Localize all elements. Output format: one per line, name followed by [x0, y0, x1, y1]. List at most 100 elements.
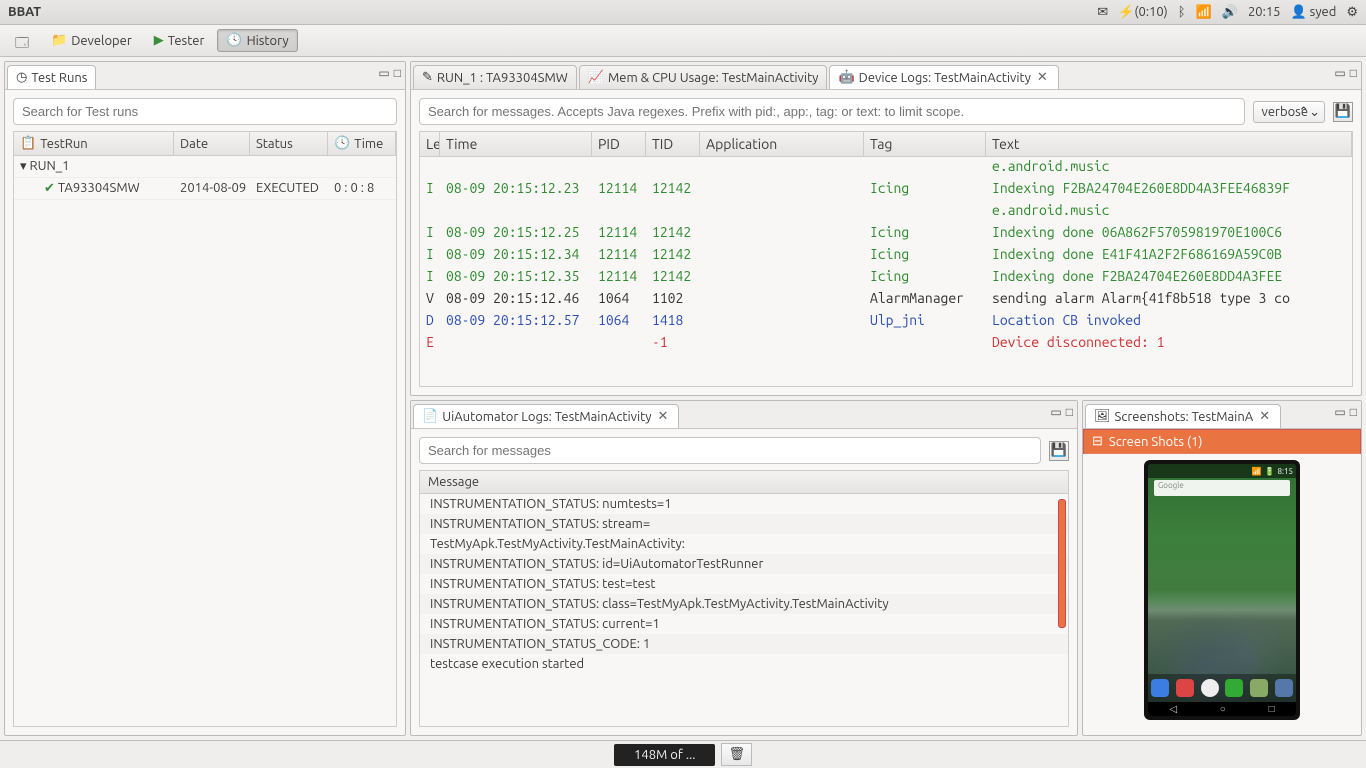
tab-label: Device Logs: TestMainActivity [859, 71, 1031, 85]
screenshots-group-header[interactable]: ⊟ Screen Shots (1) [1083, 429, 1361, 454]
tab-label: RUN_1 : TA93304SMW [437, 71, 568, 85]
col-app[interactable]: Application [700, 132, 864, 156]
test-runs-tab-label: Test Runs [31, 71, 87, 85]
table-row[interactable]: ▾ RUN_1 [14, 156, 396, 178]
minimize-icon[interactable]: ▭ [1050, 405, 1061, 419]
dock-icon [1176, 679, 1194, 697]
devicelogs-search-input[interactable] [419, 98, 1245, 125]
col-message[interactable]: Message [420, 471, 1068, 494]
battery-indicator[interactable]: ⚡(0:10) [1118, 5, 1168, 20]
tab-uiautomator[interactable]: 📄 UiAutomator Logs: TestMainActivity ✕ [413, 404, 679, 428]
col-tid[interactable]: TID [646, 132, 700, 156]
dev-icon: 📁 [51, 33, 67, 48]
editor-tab[interactable]: 📈Mem & CPU Usage: TestMainActivity [579, 65, 828, 89]
bluetooth-icon[interactable]: ᛒ [1178, 5, 1186, 19]
workspace: ◷ Test Runs ▭ □ 📋TestRun Date Status 🕓Ti… [0, 57, 1366, 740]
log-row[interactable]: D08-09 20:15:12.5710641418Ulp_jniLocatio… [420, 311, 1352, 333]
list-item[interactable]: INSTRUMENTATION_STATUS: class=TestMyApk.… [420, 594, 1068, 614]
gear-icon[interactable]: ⚙ [1346, 5, 1358, 20]
minimize-icon[interactable]: ▭ [1334, 66, 1345, 80]
log-row[interactable]: V08-09 20:15:12.4610641102AlarmManagerse… [420, 289, 1352, 311]
col-status[interactable]: Status [256, 137, 293, 151]
scrollbar[interactable] [1056, 499, 1066, 722]
col-pid[interactable]: PID [592, 132, 646, 156]
dock-icon [1250, 679, 1268, 697]
list-item[interactable]: INSTRUMENTATION_STATUS: stream= [420, 514, 1068, 534]
log-row[interactable]: I08-09 20:15:12.341211412142IcingIndexin… [420, 245, 1352, 267]
close-icon[interactable]: ✕ [1035, 70, 1050, 85]
log-row[interactable]: I08-09 20:15:12.231211412142IcingIndexin… [420, 179, 1352, 201]
tab-test-runs[interactable]: ◷ Test Runs [7, 65, 96, 89]
list-item[interactable]: INSTRUMENTATION_STATUS: id=UiAutomatorTe… [420, 554, 1068, 574]
col-date[interactable]: Date [180, 137, 208, 151]
testruns-table[interactable]: 📋TestRun Date Status 🕓Time ▾ RUN_1✔ TA93… [13, 131, 397, 727]
test-runs-panel: ◷ Test Runs ▭ □ 📋TestRun Date Status 🕓Ti… [4, 61, 406, 736]
user-menu[interactable]: 👤 syed [1291, 5, 1337, 20]
mail-icon[interactable]: ✉ [1097, 5, 1108, 20]
testruns-search-input[interactable] [13, 98, 397, 125]
phone-search-widget: Google [1154, 480, 1290, 496]
history-perspective-button[interactable]: 🕓History [217, 29, 297, 52]
log-row[interactable]: I08-09 20:15:12.351211412142IcingIndexin… [420, 267, 1352, 289]
uiautomator-search-input[interactable] [419, 437, 1041, 464]
history-icon: 🕓 [226, 33, 242, 48]
screenshots-group-label: Screen Shots (1) [1109, 435, 1203, 449]
dock-icon [1275, 679, 1293, 697]
minimize-icon[interactable]: ▭ [378, 66, 389, 80]
expand-icon[interactable]: ▾ [20, 159, 27, 173]
table-row[interactable]: ✔ TA93304SMW2014-08-09EXECUTED0 : 0 : 8 [14, 178, 396, 200]
col-testrun[interactable]: TestRun [40, 137, 87, 151]
uiautomator-message-list[interactable]: Message INSTRUMENTATION_STATUS: numtests… [419, 470, 1069, 727]
list-item[interactable]: INSTRUMENTATION_STATUS: test=test [420, 574, 1068, 594]
memory-indicator[interactable]: 148M of ... [614, 744, 715, 766]
maximize-icon[interactable]: □ [1350, 405, 1357, 419]
open-perspective-button[interactable]: 🗔 [6, 30, 38, 52]
screenshot-thumbnail[interactable]: 📶🔋8:15 Google ◁○□ [1144, 460, 1300, 720]
maximize-icon[interactable]: □ [1350, 66, 1357, 80]
editor-tab[interactable]: 🤖Device Logs: TestMainActivity✕ [829, 65, 1058, 89]
log-level-select[interactable]: verbose ⌃⌄ [1253, 101, 1325, 123]
clock[interactable]: 20:15 [1248, 5, 1281, 19]
maximize-icon[interactable]: □ [394, 66, 401, 80]
log-row[interactable]: E-1Device disconnected: 1 [420, 333, 1352, 355]
log-row[interactable]: e.android.music [420, 157, 1352, 179]
log-row[interactable]: e.android.music [420, 201, 1352, 223]
tab-screenshots[interactable]: 🖼 Screenshots: TestMainA ✕ [1085, 404, 1281, 428]
col-level[interactable]: Le [420, 132, 440, 156]
minimize-icon[interactable]: ▭ [1334, 405, 1345, 419]
screenshots-tab-label: Screenshots: TestMainA [1115, 410, 1254, 424]
col-time[interactable]: Time [354, 137, 383, 151]
col-tag[interactable]: Tag [864, 132, 986, 156]
chart-icon: 📈 [588, 70, 604, 85]
editor-tab[interactable]: ✎RUN_1 : TA93304SMW [413, 65, 577, 89]
developer-perspective-button[interactable]: 📁Developer [42, 29, 141, 52]
log-row[interactable]: I08-09 20:15:12.251211412142IcingIndexin… [420, 223, 1352, 245]
screenshots-panel: 🖼 Screenshots: TestMainA ✕ ▭ □ ⊟ Screen … [1082, 400, 1362, 736]
save-log-button[interactable]: 💾 [1333, 102, 1353, 122]
doc-icon: 📄 [422, 409, 438, 424]
list-item[interactable]: TestMyApk.TestMyActivity.TestMainActivit… [420, 534, 1068, 554]
col-time[interactable]: Time [440, 132, 592, 156]
save-uiautomator-button[interactable]: 💾 [1049, 441, 1069, 461]
play-icon: ▶ [154, 33, 164, 48]
maximize-icon[interactable]: □ [1066, 405, 1073, 419]
close-icon[interactable]: ✕ [1257, 409, 1272, 424]
dock-icon [1225, 679, 1243, 697]
check-icon: ✔ [44, 181, 55, 195]
phone-status-bar: 📶🔋8:15 [1148, 464, 1296, 478]
uiautomator-panel: 📄 UiAutomator Logs: TestMainActivity ✕ ▭… [410, 400, 1078, 736]
sound-icon[interactable]: 🔊 [1222, 5, 1238, 20]
save-icon: 💾 [1051, 443, 1067, 458]
network-icon[interactable]: 📶 [1196, 5, 1212, 20]
list-item[interactable]: testcase execution started [420, 654, 1068, 674]
list-item[interactable]: INSTRUMENTATION_STATUS: numtests=1 [420, 494, 1068, 514]
col-text[interactable]: Text [986, 132, 1352, 156]
gc-button[interactable]: 🗑 [721, 743, 752, 766]
tester-perspective-button[interactable]: ▶Tester [145, 29, 214, 52]
list-item[interactable]: INSTRUMENTATION_STATUS: current=1 [420, 614, 1068, 634]
list-item[interactable]: INSTRUMENTATION_STATUS_CODE: 1 [420, 634, 1068, 654]
device-log-table[interactable]: Le Time PID TID Application Tag Text e.a… [419, 131, 1353, 387]
close-icon[interactable]: ✕ [656, 409, 671, 424]
collapse-icon[interactable]: ⊟ [1092, 434, 1103, 449]
app-title: BBAT [8, 5, 41, 19]
